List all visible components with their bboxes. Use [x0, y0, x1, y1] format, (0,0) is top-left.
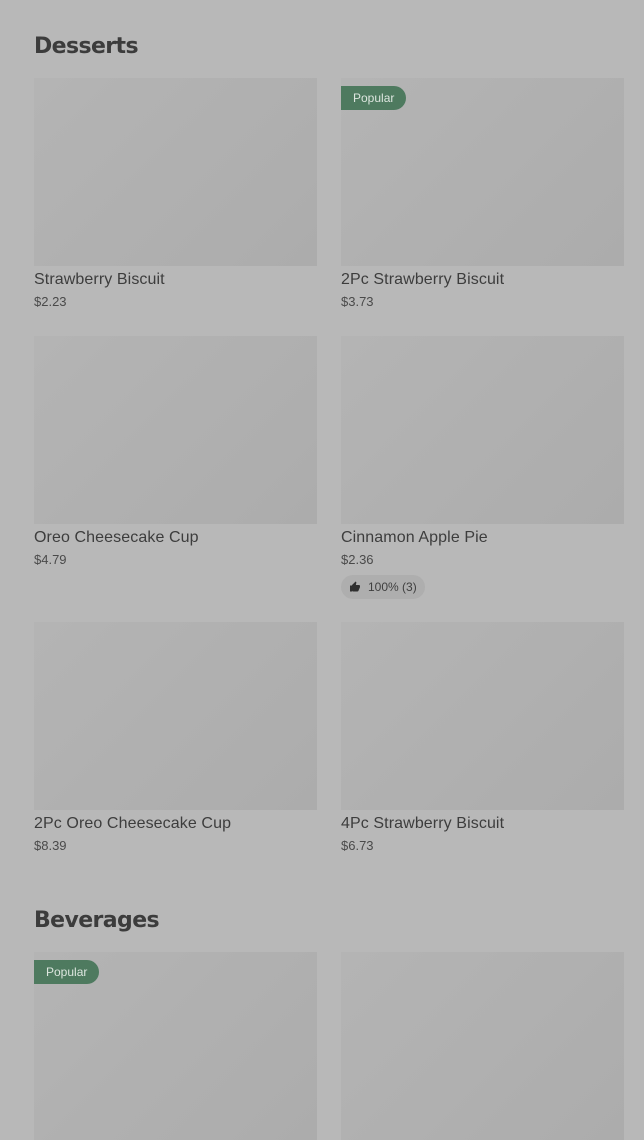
item-price: $6.73: [341, 838, 374, 853]
beverages-section: Beverages Popular: [34, 906, 624, 1140]
section-title-desserts: Desserts: [34, 34, 139, 59]
item-price: $8.39: [34, 838, 67, 853]
item-price: $2.23: [34, 294, 67, 309]
desserts-grid: Strawberry Biscuit $2.23 Popular 2Pc Str…: [34, 78, 624, 868]
popular-badge: Popular: [341, 86, 407, 110]
menu-item-beverage-1[interactable]: Popular: [34, 952, 317, 1140]
rating-pill: 100% (3): [341, 575, 425, 599]
menu-item-oreo-cheesecake-cup[interactable]: Oreo Cheesecake Cup $4.79: [34, 336, 317, 567]
item-name: Strawberry Biscuit: [34, 271, 165, 288]
item-image[interactable]: [341, 952, 624, 1140]
item-image[interactable]: [341, 336, 624, 524]
item-image[interactable]: Popular: [34, 952, 317, 1140]
menu-item-cinnamon-apple-pie[interactable]: Cinnamon Apple Pie $2.36 100% (3): [341, 336, 624, 599]
item-name: Cinnamon Apple Pie: [341, 529, 488, 546]
item-name: 4Pc Strawberry Biscuit: [341, 815, 505, 832]
item-name: Oreo Cheesecake Cup: [34, 529, 199, 546]
item-name: 2Pc Oreo Cheesecake Cup: [34, 815, 232, 832]
item-price: $3.73: [341, 294, 374, 309]
item-price: $4.79: [34, 552, 67, 567]
item-image[interactable]: [34, 78, 317, 266]
section-title-beverages: Beverages: [34, 908, 160, 933]
menu-item-2pc-oreo-cheesecake-cup[interactable]: 2Pc Oreo Cheesecake Cup $8.39: [34, 622, 317, 853]
menu-item-strawberry-biscuit[interactable]: Strawberry Biscuit $2.23: [34, 78, 317, 309]
popular-badge: Popular: [34, 960, 100, 984]
menu-item-2pc-strawberry-biscuit[interactable]: Popular 2Pc Strawberry Biscuit $3.73: [341, 78, 624, 309]
item-name: 2Pc Strawberry Biscuit: [341, 271, 505, 288]
rating-text: 100% (3): [368, 580, 417, 594]
beverages-grid: Popular: [34, 952, 624, 1140]
item-image[interactable]: [34, 336, 317, 524]
item-image[interactable]: [34, 622, 317, 810]
menu-item-beverage-2[interactable]: [341, 952, 624, 1140]
item-image[interactable]: Popular: [341, 78, 624, 266]
item-price: $2.36: [341, 552, 374, 567]
desserts-section: Desserts Strawberry Biscuit $2.23 Popula…: [34, 32, 624, 868]
item-image[interactable]: [341, 622, 624, 810]
thumbs-up-icon: [350, 581, 360, 592]
menu-item-4pc-strawberry-biscuit[interactable]: 4Pc Strawberry Biscuit $6.73: [341, 622, 624, 853]
